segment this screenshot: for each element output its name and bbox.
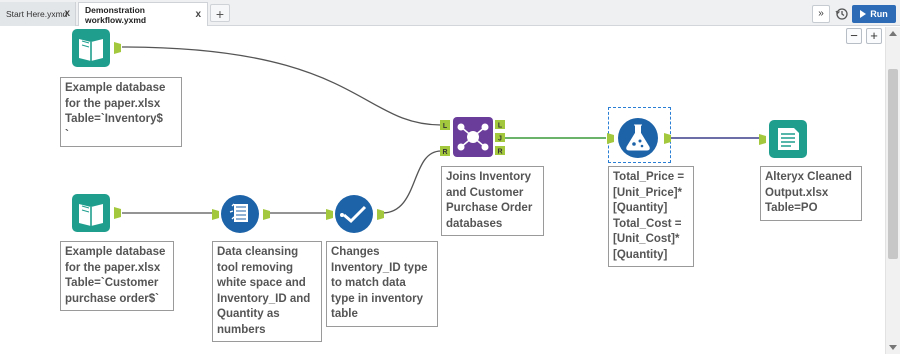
- tool-annotation: Example database for the paper.xlsx Tabl…: [60, 77, 182, 147]
- select-tool[interactable]: [324, 194, 386, 233]
- input-data-tool-inventory[interactable]: [72, 29, 121, 67]
- select-check-icon: [326, 195, 384, 233]
- anchor-label: L: [443, 123, 448, 130]
- anchor-label: R: [442, 149, 447, 156]
- tool-annotation: Example database for the paper.xlsx Tabl…: [60, 241, 174, 311]
- data-cleansing-icon: [212, 195, 270, 233]
- book-input-icon: [72, 29, 121, 67]
- input-data-tool-purchase-order[interactable]: [72, 194, 121, 232]
- scroll-thumb[interactable]: [888, 69, 898, 259]
- output-data-tool[interactable]: [758, 118, 812, 160]
- anchor-label: R: [497, 149, 502, 156]
- formula-tool[interactable]: [606, 114, 674, 160]
- book-input-icon: [72, 194, 121, 232]
- data-cleansing-tool[interactable]: [210, 194, 272, 233]
- anchor-label: L: [498, 123, 503, 130]
- output-icon: [759, 120, 807, 158]
- scroll-up-icon[interactable]: [889, 31, 897, 36]
- anchor-label: J: [498, 136, 502, 143]
- join-icon: L R L J R: [440, 117, 505, 157]
- tool-annotation: Data cleansing tool removing white space…: [212, 241, 322, 342]
- vertical-scrollbar[interactable]: [885, 27, 900, 354]
- scroll-down-icon[interactable]: [889, 345, 897, 350]
- join-tool[interactable]: L R L J R: [440, 113, 506, 161]
- tool-annotation: Joins Inventory and Customer Purchase Or…: [441, 166, 544, 236]
- tool-annotation: Total_Price = [Unit_Price]* [Quantity] T…: [608, 166, 694, 267]
- tool-annotation: Alteryx Cleaned Output.xlsx Table=PO: [760, 166, 862, 221]
- formula-flask-icon: [607, 118, 671, 158]
- connection-wire[interactable]: [381, 150, 442, 214]
- tool-annotation: Changes Inventory_ID type to match data …: [326, 241, 438, 327]
